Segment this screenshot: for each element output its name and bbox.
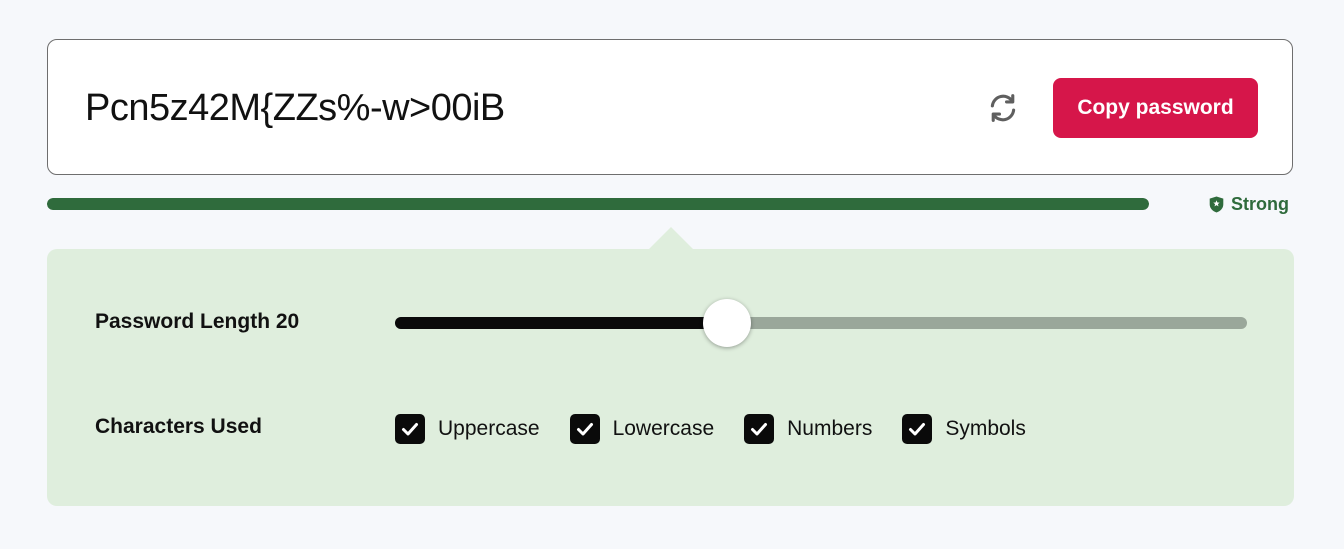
password-length-label: Password Length 20 <box>95 310 300 333</box>
numbers-checkbox[interactable] <box>744 414 775 444</box>
strength-indicator: Strong <box>1209 192 1289 216</box>
characters-used-label: Characters Used <box>95 415 262 438</box>
settings-panel <box>47 249 1294 506</box>
symbols-option[interactable]: Symbols <box>902 414 1026 444</box>
lowercase-checkbox[interactable] <box>569 414 600 444</box>
password-generator: Pcn5z42M{ZZs%-w>00iB Copy password Stron… <box>0 0 1344 549</box>
strength-meter-fill <box>47 198 1149 210</box>
refresh-icon <box>990 94 1016 122</box>
password-display-box: Pcn5z42M{ZZs%-w>00iB Copy password <box>47 39 1293 175</box>
checkmark-icon <box>909 423 926 436</box>
slider-fill <box>395 317 727 329</box>
generated-password[interactable]: Pcn5z42M{ZZs%-w>00iB <box>85 84 505 132</box>
strength-meter <box>47 198 1149 210</box>
symbols-label: Symbols <box>945 417 1026 440</box>
strength-label: Strong <box>1231 193 1289 214</box>
checkmark-icon <box>402 423 418 436</box>
copy-password-button[interactable]: Copy password <box>1053 78 1258 138</box>
numbers-option[interactable]: Numbers <box>744 414 872 444</box>
panel-pointer <box>648 227 694 250</box>
checkmark-icon <box>576 423 593 436</box>
password-length-slider[interactable] <box>395 299 1247 347</box>
regenerate-button[interactable] <box>985 90 1021 126</box>
lowercase-label: Lowercase <box>612 417 715 440</box>
symbols-checkbox[interactable] <box>902 414 933 444</box>
uppercase-checkbox[interactable] <box>395 414 425 444</box>
lowercase-option[interactable]: Lowercase <box>569 414 715 444</box>
character-options: Uppercase Lowercase Numbers Symbols <box>395 413 1026 445</box>
uppercase-option[interactable]: Uppercase <box>395 414 540 444</box>
numbers-label: Numbers <box>787 417 873 440</box>
uppercase-label: Uppercase <box>438 417 540 440</box>
slider-thumb[interactable] <box>703 299 751 347</box>
shield-star-icon <box>1209 196 1224 212</box>
checkmark-icon <box>751 423 768 436</box>
